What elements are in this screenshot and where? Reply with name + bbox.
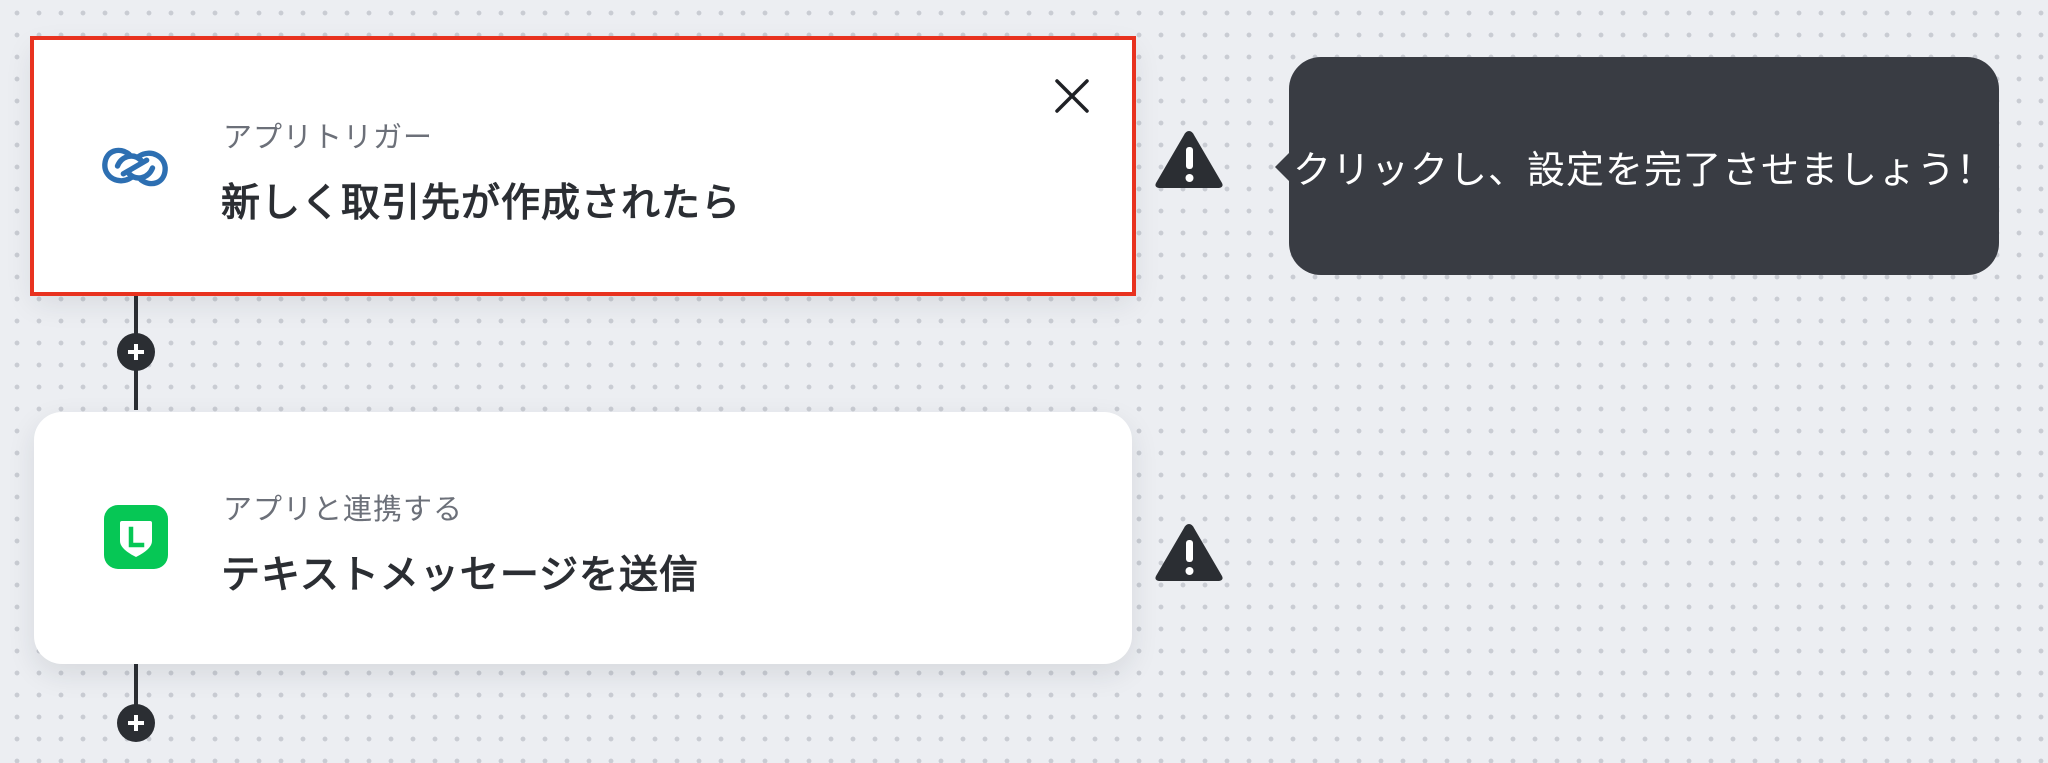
add-step-button-1[interactable] [117, 333, 155, 371]
action-step-card[interactable]: アプリと連携する テキストメッセージを送信 [34, 412, 1132, 664]
plus-icon [128, 344, 144, 360]
zoho-crm-link-icon [100, 132, 170, 202]
step-title: テキストメッセージを送信 [221, 553, 700, 598]
tooltip-text: クリックし、設定を完了させましょう！ [1292, 147, 1995, 192]
add-step-button-2[interactable] [117, 704, 155, 742]
step-kind-label: アプリトリガー [223, 120, 434, 154]
line-app-icon [104, 505, 168, 569]
warning-triangle-icon [1155, 524, 1223, 581]
close-button[interactable] [1050, 74, 1094, 118]
close-icon [1055, 79, 1089, 113]
trigger-step-card[interactable]: アプリトリガー 新しく取引先が作成されたら [30, 36, 1136, 296]
warning-triangle-icon [1155, 131, 1223, 188]
step-kind-label: アプリと連携する [223, 492, 464, 526]
setup-hint-tooltip: クリックし、設定を完了させましょう！ [1275, 57, 1999, 275]
step-title: 新しく取引先が作成されたら [221, 181, 742, 226]
plus-icon [128, 715, 144, 731]
